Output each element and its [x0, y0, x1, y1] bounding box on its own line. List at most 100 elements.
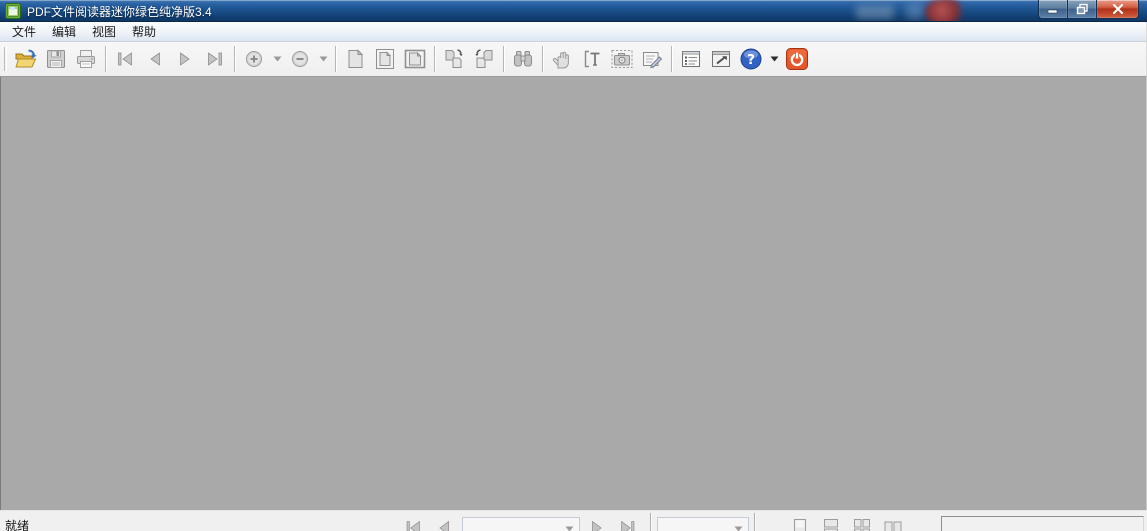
text-select-icon [584, 50, 600, 68]
zoom-out-icon [292, 51, 308, 67]
rotate-clockwise-button[interactable] [439, 44, 469, 74]
next-page-button-bottom[interactable] [583, 514, 611, 531]
snapshot-tool-button[interactable] [607, 44, 637, 74]
toolbar-separator [434, 46, 435, 72]
facing-view-button[interactable] [880, 515, 906, 531]
title-bar[interactable]: PDF文件阅读器迷你绿色纯净版3.4 [0, 0, 1147, 22]
fit-page-button[interactable] [370, 44, 400, 74]
folder-open-icon [15, 49, 37, 68]
first-page-button[interactable] [110, 44, 140, 74]
minimize-button[interactable] [1038, 0, 1068, 19]
save-icon [47, 50, 65, 68]
toolbar-separator [234, 46, 235, 72]
annotate-icon [643, 52, 663, 69]
statusbar-separator [754, 513, 755, 531]
restore-icon [1076, 3, 1088, 15]
next-page-icon [180, 52, 190, 66]
chevron-down-icon [273, 56, 281, 62]
status-bar: 就绪 [0, 510, 1147, 531]
save-button[interactable] [41, 44, 71, 74]
aero-blur-artifact [905, 2, 925, 20]
rotate-pages-cw-icon [445, 49, 463, 68]
text-select-tool-button[interactable] [577, 44, 607, 74]
svg-text:?: ? [747, 52, 755, 68]
actual-size-button[interactable] [340, 44, 370, 74]
chevron-down-icon [565, 526, 574, 531]
full-screen-icon [712, 51, 730, 67]
maximize-button[interactable] [1068, 0, 1097, 19]
chevron-down-icon [734, 526, 743, 531]
continuous-view-icon [824, 519, 838, 531]
menu-bar: 文件 编辑 视图 帮助 [0, 22, 1147, 42]
facing-view-icon [884, 521, 902, 531]
print-button[interactable] [71, 44, 101, 74]
titlebar-shine [0, 0, 1147, 1]
exit-button[interactable] [782, 44, 812, 74]
previous-page-button-bottom[interactable] [430, 514, 458, 531]
print-icon [77, 50, 95, 68]
zoom-out-options-button[interactable] [315, 44, 331, 74]
menu-help[interactable]: 帮助 [124, 21, 164, 42]
help-options-button[interactable] [766, 44, 782, 74]
fit-width-icon [404, 49, 426, 69]
help-icon: ? [740, 48, 762, 70]
toolbar-separator [542, 46, 543, 72]
document-view-area[interactable] [0, 77, 1147, 510]
menu-file[interactable]: 文件 [4, 21, 44, 42]
hand-icon [552, 51, 569, 69]
snapshot-camera-icon [611, 50, 633, 68]
annotate-button[interactable] [637, 44, 667, 74]
exit-power-icon [786, 48, 808, 70]
single-page-view-icon [794, 519, 806, 531]
rotate-counterclockwise-button[interactable] [469, 44, 499, 74]
first-page-button-bottom[interactable] [399, 514, 427, 531]
last-page-button[interactable] [200, 44, 230, 74]
show-bookmarks-panel-button[interactable] [676, 44, 706, 74]
close-button[interactable] [1097, 0, 1139, 19]
zoom-out-button[interactable] [285, 44, 315, 74]
full-screen-button[interactable] [706, 44, 736, 74]
continuous-facing-view-button[interactable] [849, 515, 875, 531]
first-page-icon [406, 520, 420, 531]
single-page-view-button[interactable] [787, 515, 813, 531]
zoom-in-options-button[interactable] [269, 44, 285, 74]
help-button[interactable]: ? [736, 44, 766, 74]
toolbar-separator [671, 46, 672, 72]
close-icon [1112, 4, 1123, 14]
toolbar-separator [503, 46, 504, 72]
statusbar-info-panel [941, 516, 1144, 531]
previous-page-icon [150, 52, 160, 66]
next-page-button[interactable] [170, 44, 200, 74]
rotate-pages-ccw-icon [475, 49, 493, 68]
aero-blur-artifact [925, 0, 965, 21]
menu-edit[interactable]: 编辑 [44, 21, 84, 42]
pdf-reader-window: PDF文件阅读器迷你绿色纯净版3.4 文件 编辑 视图 帮助 ? 就绪 [0, 0, 1147, 531]
menu-view[interactable]: 视图 [84, 21, 124, 42]
open-button[interactable] [11, 44, 41, 74]
fit-page-icon [376, 49, 394, 69]
status-text: 就绪 [5, 519, 30, 531]
bookmarks-list-icon [682, 51, 700, 67]
zoom-in-button[interactable] [239, 44, 269, 74]
hand-tool-button[interactable] [547, 44, 577, 74]
toolbar-grip[interactable] [4, 47, 7, 71]
continuous-view-button[interactable] [818, 515, 844, 531]
previous-page-button[interactable] [140, 44, 170, 74]
minimize-icon [1047, 9, 1058, 14]
page-actual-size-icon [348, 49, 364, 68]
page-number-combobox[interactable] [462, 517, 580, 531]
fit-width-button[interactable] [400, 44, 430, 74]
find-button[interactable] [508, 44, 538, 74]
last-page-icon [621, 520, 635, 531]
last-page-icon [208, 52, 222, 66]
chevron-down-icon [770, 56, 778, 62]
window-controls [1038, 0, 1139, 19]
chevron-down-icon [319, 56, 327, 62]
toolbar-separator [105, 46, 106, 72]
zoom-level-combobox[interactable] [657, 517, 749, 531]
pdf-reader-app-icon [5, 3, 21, 19]
continuous-facing-view-icon [854, 519, 870, 531]
last-page-button-bottom[interactable] [614, 514, 642, 531]
aero-blur-artifact [856, 5, 894, 19]
next-page-icon [592, 520, 602, 531]
